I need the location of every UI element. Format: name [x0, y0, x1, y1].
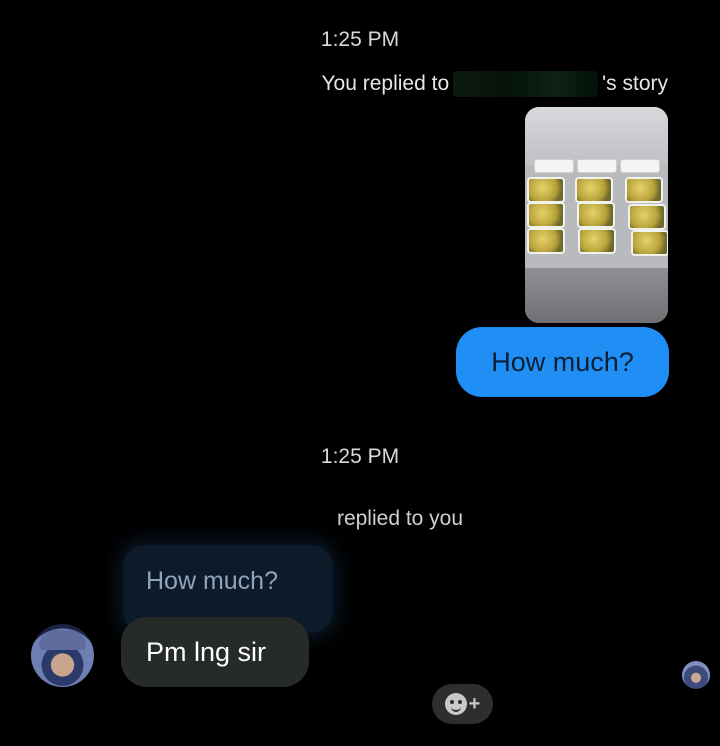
container-lid [620, 159, 660, 173]
story-background [525, 107, 668, 165]
container-lid [534, 159, 574, 173]
timestamp: 1:25 PM [320, 445, 400, 468]
reply-context-label: replied to you [336, 507, 464, 530]
seen-indicator-avatar [682, 661, 710, 689]
outgoing-message-bubble[interactable]: How much? [456, 327, 669, 397]
food-container [578, 228, 616, 254]
food-container [577, 202, 615, 228]
timestamp: 1:25 PM [320, 28, 400, 51]
food-container [527, 177, 565, 203]
story-reply-header: You replied to 's story [321, 71, 668, 97]
outgoing-message-text: How much? [491, 346, 634, 377]
food-container [625, 177, 663, 203]
food-container [631, 230, 668, 256]
container-lid [577, 159, 617, 173]
emoji-icon [444, 693, 467, 715]
story-shadow [525, 268, 668, 323]
story-reply-prefix: You replied to [321, 72, 450, 95]
story-reply-suffix: 's story [602, 72, 668, 95]
incoming-message-text: Pm lng sir [146, 636, 267, 667]
sender-avatar[interactable] [31, 624, 94, 687]
food-container [527, 202, 565, 228]
redacted-username [453, 71, 599, 97]
add-reaction-button[interactable]: + [432, 684, 493, 724]
food-container [628, 204, 666, 230]
incoming-message-bubble[interactable]: Pm lng sir [121, 617, 309, 687]
food-container [527, 228, 565, 254]
story-thumbnail[interactable] [525, 107, 668, 323]
food-container [575, 177, 613, 203]
avatar-detail [39, 630, 86, 650]
quoted-message-text: How much? [146, 567, 278, 595]
plus-icon: + [468, 693, 481, 715]
